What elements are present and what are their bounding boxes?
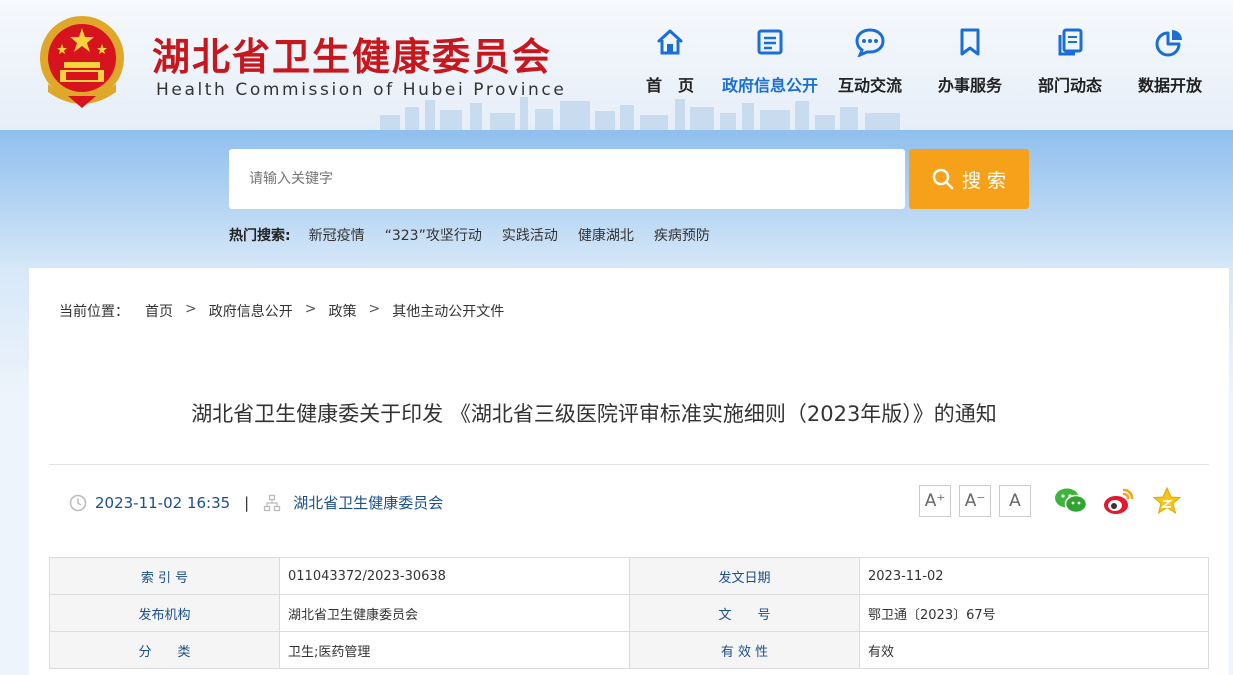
- info-key: 有 效 性: [629, 631, 860, 669]
- info-value: 湖北省卫生健康委员会: [279, 594, 630, 632]
- publisher: 湖北省卫生健康委员会: [293, 494, 444, 512]
- nav-label: 互动交流: [837, 76, 902, 95]
- info-key: 索 引 号: [49, 557, 280, 595]
- breadcrumb-home[interactable]: 首页: [145, 301, 173, 321]
- site-header: 湖北省卫生健康委员会 Health Commission of Hubei Pr…: [0, 0, 1233, 130]
- info-key: 文 号: [629, 594, 860, 632]
- nav-label: 部门动态: [1037, 76, 1102, 95]
- document-meta: 2023-11-02 16:35 | 湖北省卫生健康委员会: [69, 492, 443, 513]
- search-field[interactable]: [229, 149, 905, 209]
- hot-searches: 热门搜索: 新冠疫情 “323”攻坚行动 实践活动 健康湖北 疾病预防: [229, 225, 730, 245]
- nav-item-open-data[interactable]: 数据开放: [1120, 24, 1220, 104]
- pie-chart-icon: [1120, 24, 1220, 60]
- breadcrumb-other-files[interactable]: 其他主动公开文件: [392, 301, 504, 321]
- search-input[interactable]: [249, 171, 905, 187]
- nav-label: 首 页: [645, 76, 694, 95]
- publish-datetime: 2023-11-02 16:35: [95, 493, 231, 512]
- site-subtitle: Health Commission of Hubei Province: [156, 80, 567, 100]
- clock-icon: [69, 494, 87, 511]
- table-row: 发布机构 湖北省卫生健康委员会 文 号 鄂卫通〔2023〕67号: [49, 594, 1209, 632]
- nav-item-gov-info[interactable]: 政府信息公开: [720, 24, 820, 104]
- breadcrumb-separator: >: [368, 301, 381, 317]
- site-title: 湖北省卫生健康委员会: [152, 34, 553, 79]
- info-value: 有效: [859, 631, 1209, 669]
- meta-divider: |: [244, 493, 250, 512]
- table-row: 索 引 号 011043372/2023-30638 发文日期 2023-11-…: [49, 557, 1209, 595]
- breadcrumb-separator: >: [304, 301, 317, 317]
- copy-icon: [1020, 24, 1120, 60]
- breadcrumb: 当前位置： 首页 > 政府信息公开 > 政策 > 其他主动公开文件: [59, 301, 504, 321]
- home-icon: [620, 24, 720, 60]
- nav-item-home[interactable]: 首 页: [620, 24, 720, 104]
- title-divider: [49, 464, 1209, 465]
- hot-searches-label: 热门搜索:: [229, 228, 291, 244]
- nav-label: 政府信息公开: [721, 76, 818, 95]
- document-info-table: 索 引 号 011043372/2023-30638 发文日期 2023-11-…: [49, 557, 1209, 669]
- search-button-label: 搜 索: [961, 169, 1007, 192]
- chat-icon: [820, 24, 920, 60]
- search-icon: [932, 168, 954, 190]
- national-emblem-logo: [40, 16, 124, 108]
- breadcrumb-separator: >: [185, 301, 197, 317]
- font-decrease-button[interactable]: A⁻: [959, 485, 991, 517]
- share-bar: [1054, 485, 1184, 517]
- info-key: 发文日期: [629, 557, 860, 595]
- nav-item-interaction[interactable]: 互动交流: [820, 24, 920, 104]
- wechat-icon[interactable]: [1054, 485, 1088, 517]
- hot-search-link[interactable]: 新冠疫情: [309, 225, 365, 245]
- info-value: 鄂卫通〔2023〕67号: [859, 594, 1209, 632]
- nav-label: 办事服务: [937, 76, 1002, 95]
- breadcrumb-gov-info[interactable]: 政府信息公开: [209, 301, 293, 321]
- content-panel: 当前位置： 首页 > 政府信息公开 > 政策 > 其他主动公开文件 湖北省卫生健…: [29, 268, 1229, 675]
- info-key: 发布机构: [49, 594, 280, 632]
- info-key: 分 类: [49, 631, 280, 669]
- font-increase-button[interactable]: A⁺: [919, 485, 951, 517]
- favorite-star-icon[interactable]: [1150, 485, 1184, 517]
- weibo-icon[interactable]: [1102, 485, 1136, 517]
- hot-search-link[interactable]: 实践活动: [502, 225, 558, 245]
- hot-search-link[interactable]: 疾病预防: [654, 225, 710, 245]
- document-icon: [720, 24, 820, 60]
- font-reset-button[interactable]: A: [999, 485, 1031, 517]
- info-value: 011043372/2023-30638: [279, 557, 630, 595]
- hot-search-link[interactable]: 健康湖北: [578, 225, 634, 245]
- breadcrumb-policy[interactable]: 政策: [328, 301, 356, 321]
- nav-label: 数据开放: [1137, 76, 1202, 95]
- search-button[interactable]: 搜 索: [909, 149, 1029, 209]
- breadcrumb-prefix: 当前位置：: [59, 304, 129, 320]
- document-title: 湖北省卫生健康委关于印发 《湖北省三级医院评审标准实施细则（2023年版）》的通…: [191, 402, 997, 426]
- main-nav: 首 页 政府信息公开 互动交流 办事服务 部门动态 数据开放: [620, 24, 1220, 104]
- table-row: 分 类 卫生;医药管理 有 效 性 有效: [49, 631, 1209, 669]
- nav-item-services[interactable]: 办事服务: [920, 24, 1020, 104]
- org-chart-icon: [264, 494, 281, 511]
- font-size-controls: A⁺ A⁻ A: [919, 485, 1031, 517]
- nav-item-dept-news[interactable]: 部门动态: [1020, 24, 1120, 104]
- hot-search-link[interactable]: “323”攻坚行动: [385, 225, 482, 245]
- info-value: 卫生;医药管理: [279, 631, 630, 669]
- info-value: 2023-11-02: [859, 557, 1209, 595]
- bookmark-icon: [920, 24, 1020, 60]
